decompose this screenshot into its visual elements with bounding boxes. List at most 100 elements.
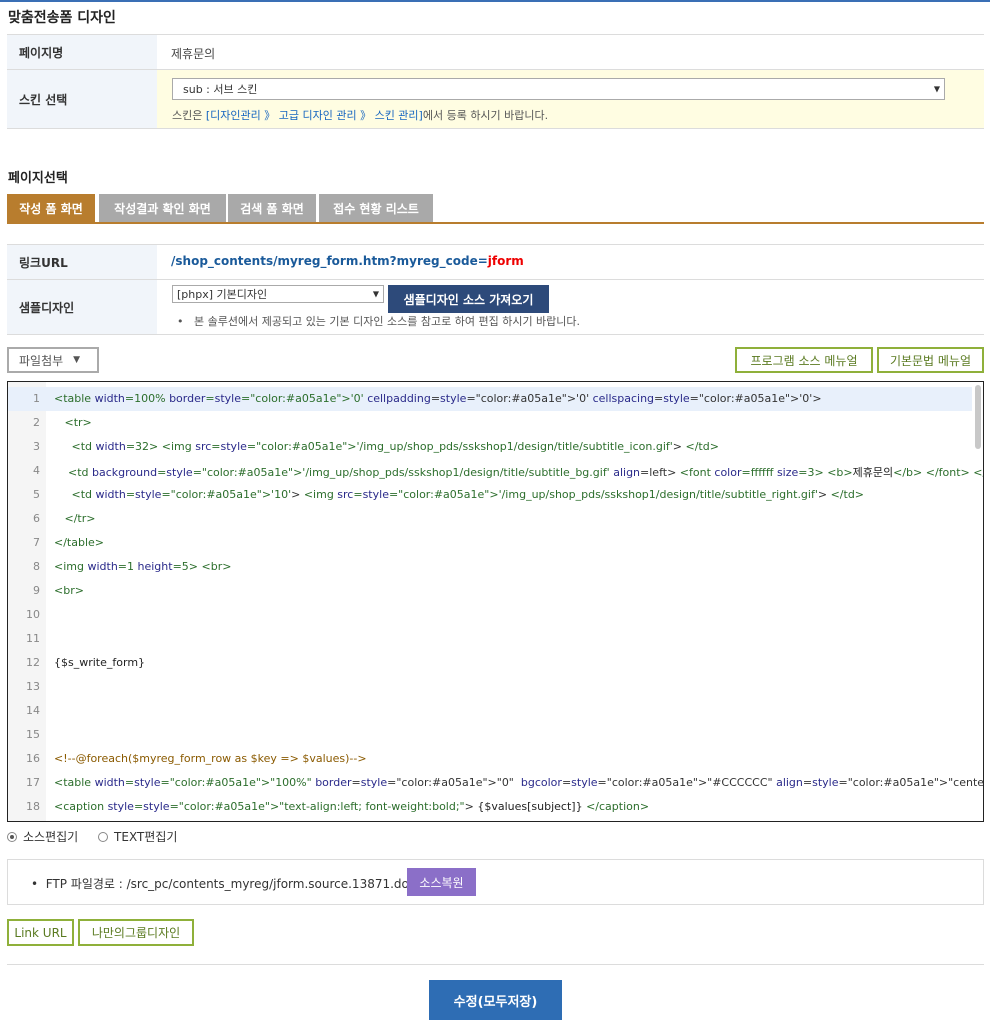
line-number: 2 xyxy=(33,416,40,429)
code-line[interactable]: 7 </table> xyxy=(8,531,972,555)
attach-file-button[interactable]: 파일첨부 ▼ xyxy=(7,347,99,373)
radio-checked-icon xyxy=(7,831,17,842)
tab-receipt-list[interactable]: 접수 현황 리스트 xyxy=(319,194,433,222)
dropdown-arrow-icon: ▼ xyxy=(933,84,940,94)
code-text: <br> xyxy=(54,584,84,597)
skin-note: 스킨은 [디자인관리 》 고급 디자인 관리 》 스킨 관리]에서 등록 하시기… xyxy=(172,107,548,123)
text-editor-label: TEXT편집기 xyxy=(114,830,178,844)
restore-source-button[interactable]: 소스복원 xyxy=(407,868,476,896)
line-number: 3 xyxy=(33,440,40,453)
tab-search-form[interactable]: 검색 폼 화면 xyxy=(228,194,316,222)
page-select-title: 페이지선택 xyxy=(8,171,68,186)
ftp-path-box: • FTP 파일경로 : /src_pc/contents_myreg/jfor… xyxy=(7,859,984,905)
attach-file-label: 파일첨부 xyxy=(19,353,64,368)
code-line[interactable]: 18 <caption style=style="color:#a05a1e">"… xyxy=(8,795,972,819)
code-text: <table width=100% border=style="color:#a… xyxy=(54,392,822,405)
sample-design-row: 샘플디자인 [phpx] 기본디자인 ▼ 샘플디자인 소스 가져오기 • 본 솔… xyxy=(7,279,984,335)
code-text: </table> xyxy=(54,536,104,549)
code-text: <td width=32> <img src=style="color:#a05… xyxy=(71,440,719,453)
line-number: 9 xyxy=(33,584,40,597)
code-line[interactable]: 17 <table width=style="color:#a05a1e">"10… xyxy=(8,771,983,795)
code-line[interactable]: 2 <tr> xyxy=(8,411,972,435)
ftp-path-text: FTP 파일경로 : /src_pc/contents_myreg/jform.… xyxy=(45,877,409,891)
sample-design-cell: [phpx] 기본디자인 ▼ 샘플디자인 소스 가져오기 • 본 솔루션에서 제… xyxy=(157,280,984,334)
page-name-label: 페이지명 xyxy=(7,35,157,69)
page-title: 맞춤전송폼 디자인 xyxy=(8,10,116,26)
code-text: <!--@foreach($myreg_form_row as $key => … xyxy=(54,752,367,765)
code-editor[interactable]: 1 <table width=100% border=style="color:#… xyxy=(7,381,984,822)
code-text: <img width=1 height=5> <br> xyxy=(54,560,232,573)
line-number: 10 xyxy=(26,608,40,621)
bullet-icon: • xyxy=(31,877,39,891)
tab-write-form[interactable]: 작성 폼 화면 xyxy=(7,194,95,222)
ftp-path: • FTP 파일경로 : /src_pc/contents_myreg/jfor… xyxy=(31,875,409,892)
code-line[interactable]: 5 <td width=style="color:#a05a1e">'10'> … xyxy=(8,483,972,507)
sample-design-note-text: 본 솔루션에서 제공되고 있는 기본 디자인 소스를 참고로 하여 편집 하시기… xyxy=(194,315,581,328)
code-line[interactable]: 11 xyxy=(8,627,972,651)
code-line[interactable]: 4 <td background=style="color:#a05a1e">'… xyxy=(8,459,983,483)
code-line[interactable]: 1 <table width=100% border=style="color:#… xyxy=(8,387,972,411)
line-number: 8 xyxy=(33,560,40,573)
load-sample-source-button[interactable]: 샘플디자인 소스 가져오기 xyxy=(388,285,549,313)
link-url-code: jform xyxy=(487,254,524,268)
divider xyxy=(7,964,984,965)
tab-underline xyxy=(7,222,984,224)
line-number: 12 xyxy=(26,656,40,669)
code-text: {$s_write_form} xyxy=(54,656,146,669)
code-text: <td background=style="color:#a05a1e">'/i… xyxy=(68,466,983,479)
line-number: 18 xyxy=(26,800,40,813)
link-url-button[interactable]: Link URL xyxy=(7,919,74,946)
program-manual-button[interactable]: 프로그램 소스 메뉴얼 xyxy=(735,347,873,373)
line-number: 14 xyxy=(26,704,40,717)
source-editor-radio[interactable]: 소스편집기 xyxy=(7,828,78,845)
skin-label: 스킨 선택 xyxy=(7,70,157,128)
skin-select-value: sub : 서브 스킨 xyxy=(183,83,258,96)
skin-manage-link[interactable]: [디자인관리 》 고급 디자인 관리 》 스킨 관리] xyxy=(206,109,423,122)
top-accent-line xyxy=(0,0,990,2)
code-line[interactable]: 15 xyxy=(8,723,972,747)
sample-design-note: • 본 솔루션에서 제공되고 있는 기본 디자인 소스를 참고로 하여 편집 하… xyxy=(177,313,580,329)
code-line[interactable]: 9 <br> xyxy=(8,579,972,603)
line-number: 5 xyxy=(33,488,40,501)
sample-design-select-value: [phpx] 기본디자인 xyxy=(177,288,268,301)
code-line[interactable]: 8 <img width=1 height=5> <br> xyxy=(8,555,972,579)
line-number: 13 xyxy=(26,680,40,693)
basic-manual-button[interactable]: 기본문법 메뉴얼 xyxy=(877,347,984,373)
link-url-text[interactable]: /shop_contents/myreg_form.htm?myreg_code… xyxy=(171,254,524,268)
link-url-cell: /shop_contents/myreg_form.htm?myreg_code… xyxy=(157,245,984,279)
code-line[interactable]: 13 xyxy=(8,675,972,699)
radio-unchecked-icon xyxy=(98,831,109,842)
save-all-button[interactable]: 수정(모두저장) xyxy=(429,980,562,1020)
editor-scrollbar[interactable] xyxy=(975,385,981,449)
link-url-label: 링크URL xyxy=(7,245,157,279)
line-number: 1 xyxy=(33,392,40,405)
line-number: 15 xyxy=(26,728,40,741)
line-number: 7 xyxy=(33,536,40,549)
text-editor-radio[interactable]: TEXT편집기 xyxy=(98,828,177,845)
line-number: 6 xyxy=(33,512,40,525)
code-text: <caption style=style="color:#a05a1e">"te… xyxy=(54,800,650,813)
tab-result-confirm[interactable]: 작성결과 확인 화면 xyxy=(99,194,226,222)
code-text: <tr> xyxy=(64,416,92,429)
code-line[interactable]: 10 xyxy=(8,603,972,627)
bullet-icon: • xyxy=(177,315,184,328)
sample-design-label: 샘플디자인 xyxy=(7,280,157,334)
skin-cell: sub : 서브 스킨 ▼ 스킨은 [디자인관리 》 고급 디자인 관리 》 스… xyxy=(157,70,984,128)
code-text: </tr> xyxy=(64,512,96,525)
line-number: 16 xyxy=(26,752,40,765)
page-name-row: 페이지명 제휴문의 xyxy=(7,34,984,69)
skin-note-prefix: 스킨은 xyxy=(172,109,206,122)
skin-select[interactable]: sub : 서브 스킨 ▼ xyxy=(172,78,945,100)
source-editor-label: 소스편집기 xyxy=(23,830,79,844)
code-line[interactable]: 6 </tr> xyxy=(8,507,972,531)
page-name-cell: 제휴문의 xyxy=(157,35,984,69)
sample-design-select[interactable]: [phpx] 기본디자인 ▼ xyxy=(172,285,384,303)
code-line[interactable]: 12 {$s_write_form} xyxy=(8,651,972,675)
chevron-down-icon: ▼ xyxy=(73,355,81,365)
code-text: <td width=style="color:#a05a1e">'10'> <i… xyxy=(71,488,865,501)
code-line[interactable]: 16 <!--@foreach($myreg_form_row as $key =… xyxy=(8,747,972,771)
code-line[interactable]: 14 xyxy=(8,699,972,723)
code-line[interactable]: 3 <td width=32> <img src=style="color:#a… xyxy=(8,435,972,459)
my-group-design-button[interactable]: 나만의그룹디자인 xyxy=(78,919,194,946)
page-name-value: 제휴문의 xyxy=(171,47,216,61)
